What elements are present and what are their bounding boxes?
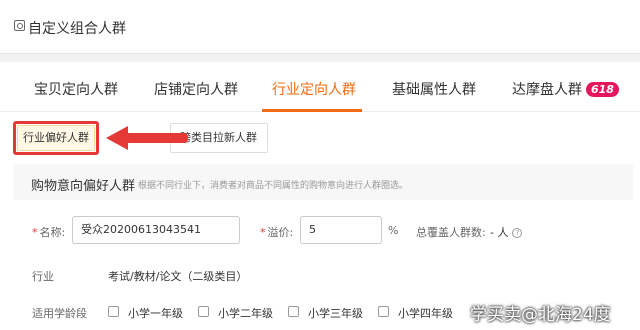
checkbox-grade-1[interactable] bbox=[108, 306, 119, 317]
industry-value: 考试/教材/论文（二级类目） bbox=[108, 270, 248, 283]
active-tab-indicator bbox=[262, 109, 362, 112]
premium-unit: % bbox=[388, 224, 399, 237]
audience-icon bbox=[14, 20, 25, 31]
premium-label: * 溢价: bbox=[260, 226, 294, 239]
tab-dmp[interactable]: 达摩盘人群 618 bbox=[512, 79, 619, 99]
tab-industry-targeting[interactable]: 行业定向人群 bbox=[272, 79, 356, 99]
name-input[interactable]: 受众20200613043541 bbox=[72, 216, 240, 244]
section-header: 购物意向偏好人群 根据不同行业下，消费者对商品不同属性的购物意向进行人群圈选。 bbox=[13, 164, 633, 200]
tab-item-targeting[interactable]: 宝贝定向人群 bbox=[34, 79, 118, 99]
tab-bar: 宝贝定向人群 店铺定向人群 行业定向人群 基础属性人群 达摩盘人群 618 bbox=[0, 62, 640, 112]
checkbox-grade-3[interactable] bbox=[288, 306, 299, 317]
section-description: 根据不同行业下，消费者对商品不同属性的购物意向进行人群圈选。 bbox=[138, 181, 409, 191]
page-header: 自定义组合人群 bbox=[0, 0, 640, 54]
page-title: 自定义组合人群 bbox=[28, 21, 126, 37]
checkbox-grade-4[interactable] bbox=[378, 306, 389, 317]
help-icon[interactable]: ? bbox=[512, 228, 523, 238]
section-title: 购物意向偏好人群 bbox=[31, 179, 136, 194]
stage-label: 适用学龄段 bbox=[32, 307, 87, 320]
main-card: 宝贝定向人群 店铺定向人群 行业定向人群 基础属性人群 达摩盘人群 618 行业偏… bbox=[0, 62, 640, 330]
option-grade-4[interactable]: 小学四年级 bbox=[398, 305, 453, 321]
industry-label: 行业 bbox=[32, 270, 54, 283]
coverage-value: - 人? bbox=[490, 224, 523, 240]
tab-basic-attributes[interactable]: 基础属性人群 bbox=[392, 79, 476, 99]
checkbox-grade-2[interactable] bbox=[198, 306, 209, 317]
option-grade-2[interactable]: 小学二年级 bbox=[218, 305, 273, 321]
option-grade-3[interactable]: 小学三年级 bbox=[308, 305, 363, 321]
pointer-arrow-icon bbox=[106, 126, 188, 150]
option-grade-1[interactable]: 小学一年级 bbox=[128, 305, 183, 321]
subtab-industry-preference[interactable]: 行业偏好人群 bbox=[17, 125, 95, 151]
watermark: 学买卖@北海24度 bbox=[470, 305, 611, 325]
name-label: * 名称: bbox=[32, 226, 66, 239]
coverage-label: 总覆盖人群数: bbox=[416, 226, 486, 239]
tab-shop-targeting[interactable]: 店铺定向人群 bbox=[154, 79, 238, 99]
premium-input[interactable]: 5 bbox=[300, 216, 382, 244]
tab-dmp-label: 达摩盘人群 bbox=[512, 82, 582, 98]
badge-618: 618 bbox=[586, 82, 619, 97]
